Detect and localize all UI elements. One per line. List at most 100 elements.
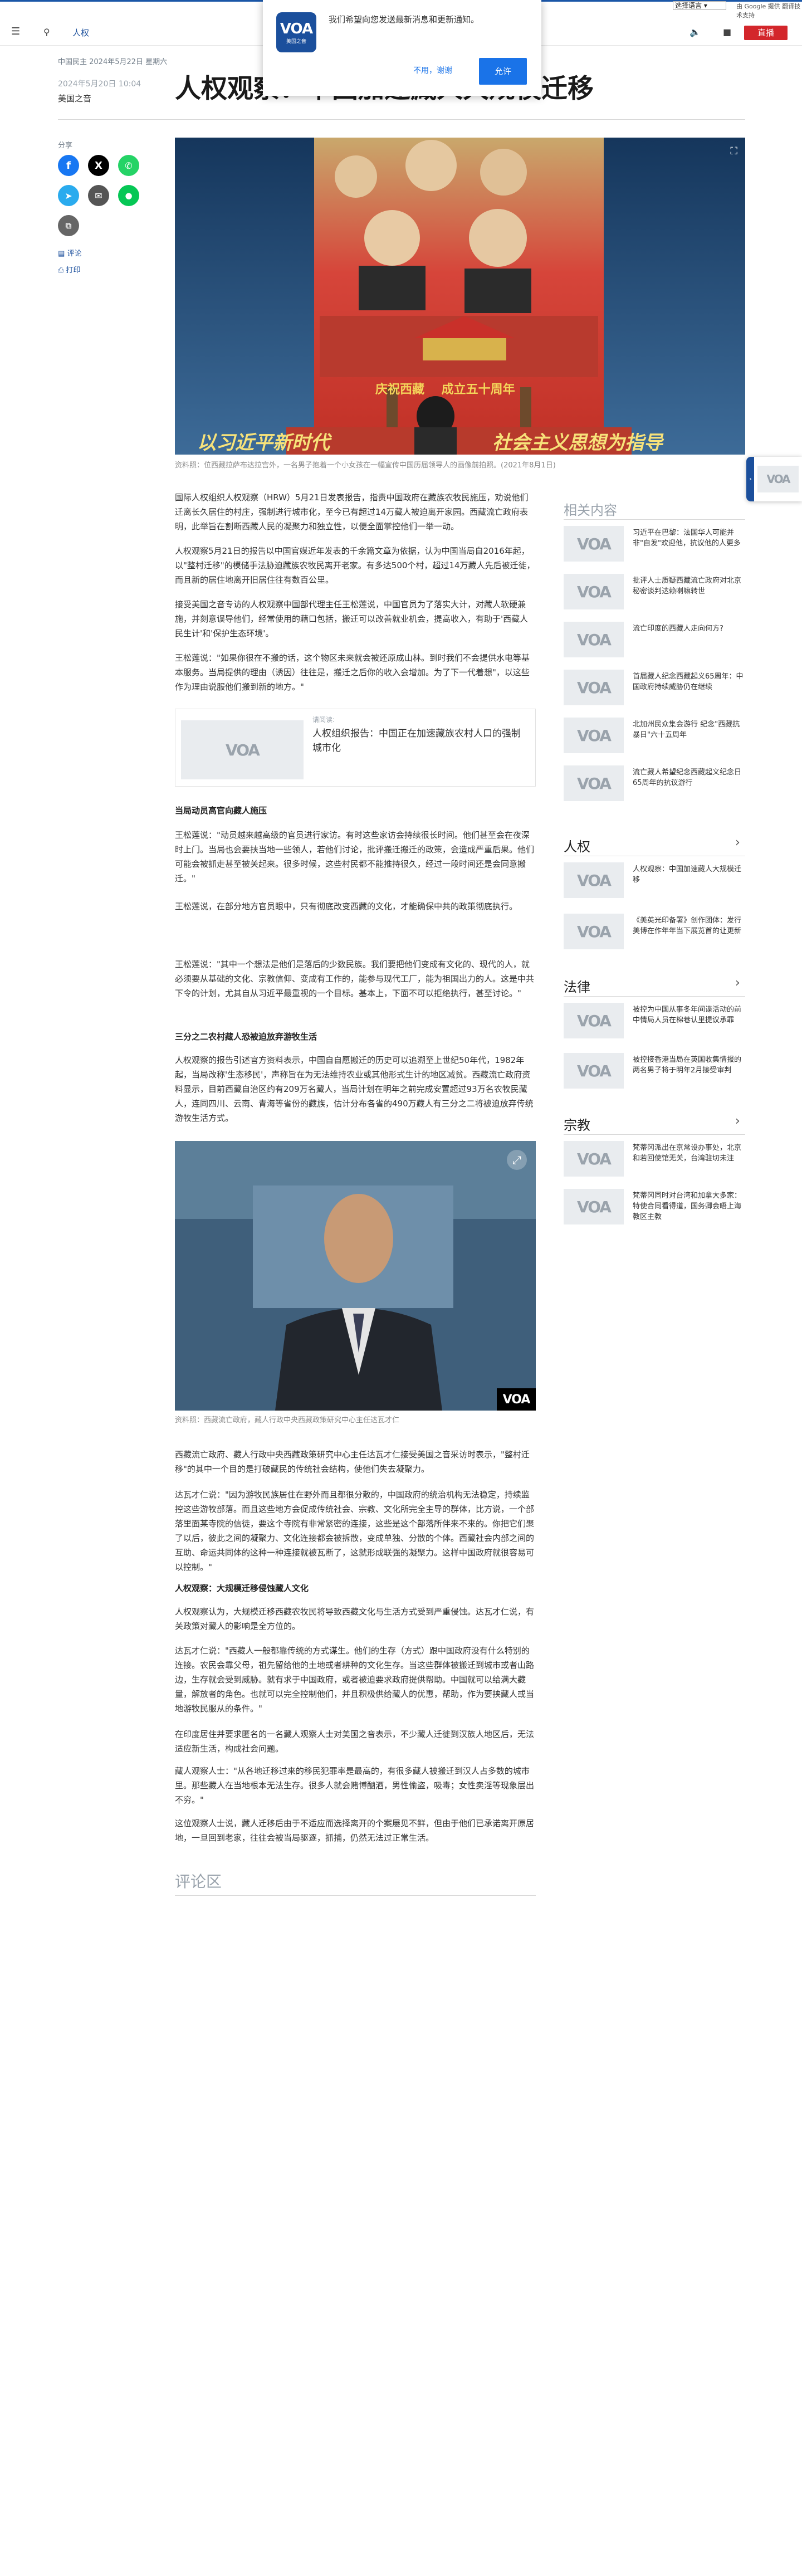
page: { "topbar": {"language_select": "选择语言", …	[0, 0, 802, 2576]
comment-icon: ▤	[58, 250, 65, 258]
breadcrumb: 中国民主 2024年5月22日 星期六	[58, 58, 168, 66]
hero-image[interactable]: 庆祝西藏 成立五十周年 以习近平新时代 社会主义思想为指导 ⛶	[175, 138, 745, 455]
google-translate-credit: 由 Google 提供 翻译技术支持	[736, 3, 801, 19]
chevron-right-icon[interactable]: ›	[735, 836, 740, 850]
paragraph: 人权观察5月21日的报告以中国官媒近年发表的千余篇文章为依据，认为中国当局自20…	[175, 546, 535, 586]
video-caption: 资料照：西藏流亡政府，藏人行政中央西藏政策研究中心主任达瓦才仁	[175, 1416, 400, 1424]
hero-caption: 资料照：位西藏拉萨布达拉宫外，一名男子抱着一个小女孩在一幅宣传中国历届领导人的画…	[175, 461, 556, 470]
thumb-icon: VOA	[564, 670, 624, 705]
subhead: 当局动员高官向藏人施压	[175, 806, 267, 816]
language-select[interactable]: 选择语言 ▾	[673, 1, 726, 10]
section-label[interactable]: 人权	[72, 27, 89, 38]
paragraph: 达瓦才仁说："西藏人一般都靠传统的方式谋生。他们的生存（方式）跟中国政府没有什么…	[175, 1646, 535, 1714]
floating-voa-tab[interactable]: › VOA	[746, 457, 802, 501]
related-title[interactable]: 人权组织报告：中国正在加速藏族农村人口的强制城市化	[312, 727, 530, 755]
comments-title: 评论区	[175, 1872, 222, 1891]
law-divider	[564, 996, 745, 997]
sidebar-human-rights-item[interactable]: VOA 《美英光印备署》创作团体：发行美博在作年年当下展览首的让更新	[564, 914, 745, 953]
related-thumb-icon: VOA	[181, 720, 304, 779]
notification-popup: VOA 美国之音 我们希望向您发送最新消息和更新通知。 不用，谢谢 允许	[263, 0, 541, 96]
float-tab-strip: ›	[746, 457, 754, 501]
title-divider	[58, 119, 745, 120]
thumb-icon: VOA	[564, 622, 624, 657]
sidebar-law-item[interactable]: VOA 被控为中国从事冬年间谍活动的前中情局人员在棉巷认里提议承罪	[564, 1003, 745, 1042]
sidebar-related-item[interactable]: VOA 流亡印度的西藏人走向何方?	[564, 622, 745, 661]
related-divider	[564, 519, 745, 520]
hero-red-text: 庆祝西藏 成立五十周年	[375, 383, 515, 397]
video-icon[interactable]: ■	[723, 27, 731, 37]
video-player[interactable]: ⤢ VOA	[175, 1141, 536, 1411]
related-article-card[interactable]: VOA 请阅读: 人权组织报告：中国正在加速藏族农村人口的强制城市化	[175, 709, 536, 787]
related-label: 请阅读:	[312, 716, 335, 724]
human-rights-title[interactable]: 人权	[564, 836, 590, 855]
sidebar-human-rights-item[interactable]: VOA 人权观察：中国加速藏人大规模迁移	[564, 862, 745, 901]
paragraph: 国际人权组织人权观察（HRW）5月21日发表报告，指责中国政府在藏族农牧民施压，…	[175, 492, 529, 532]
chevron-right-icon[interactable]: ›	[735, 976, 740, 990]
print-icon: ⎙	[58, 266, 64, 275]
voa-logo: VOA 美国之音	[276, 12, 316, 52]
expand-icon[interactable]: ⤢	[507, 1150, 527, 1170]
thumb-icon: VOA	[564, 574, 624, 609]
thumb-icon: VOA	[564, 765, 624, 801]
paragraph: 藏人观察人士："从各地迁移过来的移民犯罪率是最高的，有很多藏人被搬迁到汉人占多数…	[175, 1766, 535, 1806]
sidebar-religion-item[interactable]: VOA 梵蒂冈同时对台湾和加拿大多家：特使合同看得道，国务卿会晤上海教区主教	[564, 1189, 745, 1228]
whatsapp-icon[interactable]: ✆	[118, 155, 139, 176]
paragraph: 王松莲说："如果你很在不搬的话，这个物区未来就会被还原成山林。到时我们不会提供水…	[175, 653, 530, 692]
fullscreen-icon[interactable]: ⛶	[730, 145, 737, 157]
religion-title[interactable]: 宗教	[564, 1114, 590, 1134]
paragraph: 这位观察人士说，藏人迁移后由于不适应而选择离开的个案屡见不鲜，但由于他们已承诺离…	[175, 1818, 535, 1843]
paragraph: 人权观察认为，大规模迁移西藏农牧民将导致西藏文化与生活方式受到严重侵蚀。达瓦才仁…	[175, 1607, 535, 1632]
sidebar-related-item[interactable]: VOA 习近平在巴黎：法国华人可能并非"自发"欢迎他，抗议他的人更多	[564, 526, 745, 565]
paragraph: 王松莲说："动员越来越高级的官员进行家访。有时这些家访会持续很长时间。他们甚至会…	[175, 830, 535, 884]
decline-button[interactable]: 不用，谢谢	[413, 65, 452, 76]
facebook-icon[interactable]: f	[58, 155, 79, 176]
hero-banner-left: 以习近平新时代	[197, 432, 330, 454]
subhead: 人权观察：大规模迁移侵蚀藏人文化	[175, 1583, 309, 1593]
allow-button[interactable]: 允许	[479, 58, 527, 85]
sidebar-religion-item[interactable]: VOA 梵蒂冈派出在京常设办事处，北京和若回使馆无关，台湾驻切未注	[564, 1141, 745, 1180]
religion-divider	[564, 1134, 745, 1135]
paragraph: 西藏流亡政府、藏人行政中央西藏政策研究中心主任达瓦才仁接受美国之音采访时表示，"…	[175, 1450, 530, 1475]
telegram-icon[interactable]: ➤	[58, 185, 79, 206]
menu-icon[interactable]: ☰	[11, 26, 20, 37]
thumb-icon: VOA	[564, 1141, 624, 1177]
sidebar-related-item[interactable]: VOA 北加州民众集会游行 纪念"西藏抗暴日"六十五周年	[564, 718, 745, 757]
sidebar-law-item[interactable]: VOA 被控接香港当局在英国收集情报的两名男子将于明年2月接受审判	[564, 1053, 745, 1092]
paragraph: 在印度居住并要求匿名的一名藏人观察人士对美国之音表示，不少藏人迁徙到汉族人地区后…	[175, 1729, 535, 1754]
video-frame	[175, 1141, 536, 1411]
x-icon[interactable]: X	[88, 155, 109, 176]
hero-photo	[175, 138, 745, 455]
thumb-icon: VOA	[564, 914, 624, 949]
paragraph: 达瓦才仁说："因为游牧民族居住在野外而且都很分散的，中国政府的统治机构无法稳定，…	[175, 1490, 535, 1573]
voa-thumb-icon: VOA	[757, 466, 799, 492]
print-link[interactable]: ⎙ 打印	[58, 264, 81, 275]
thumb-icon: VOA	[564, 718, 624, 753]
copy-link-icon[interactable]: ⧉	[58, 215, 79, 236]
paragraph: 接受美国之音专访的人权观察中国部代理主任王松莲说，中国官员为了落实大计，对藏人软…	[175, 599, 529, 639]
thumb-icon: VOA	[564, 1003, 624, 1038]
paragraph: 王松莲说，在部分地方官员眼中，只有彻底改变西藏的文化，才能确保中共的政策彻底执行…	[175, 901, 518, 911]
thumb-icon: VOA	[564, 1053, 624, 1089]
sidebar-related-item[interactable]: VOA 流亡藏人希望纪念西藏起义纪念日65周年的抗议游行	[564, 765, 745, 804]
thumb-icon: VOA	[564, 862, 624, 898]
live-button[interactable]: 直播	[744, 26, 788, 40]
related-content-title: 相关内容	[564, 502, 617, 518]
chevron-right-icon[interactable]: ›	[735, 1114, 740, 1128]
sidebar-related-item[interactable]: VOA 批评人士质疑西藏流亡政府对北京秘密谈判达赖喇嘛转世	[564, 574, 745, 613]
subhead: 三分之二农村藏人恐被迫放弃游牧生活	[175, 1032, 317, 1042]
author[interactable]: 美国之音	[58, 92, 91, 104]
thumb-icon: VOA	[564, 526, 624, 562]
search-icon[interactable]: ⚲	[43, 27, 50, 37]
law-title[interactable]: 法律	[564, 976, 590, 996]
share-label: 分享	[58, 142, 73, 150]
paragraph: 王松莲说："其中一个想法是他们是落后的少数民族。我们要把他们变成有文化的、现代的…	[175, 959, 535, 999]
audio-icon[interactable]: 🔈	[689, 27, 701, 37]
thumb-icon: VOA	[564, 1189, 624, 1224]
comment-link[interactable]: ▤ 评论	[58, 247, 81, 258]
line-icon[interactable]: ●	[118, 185, 139, 206]
email-icon[interactable]: ✉	[88, 185, 109, 206]
hero-banner-right: 社会主义思想为指导	[492, 432, 663, 454]
comments-divider	[175, 1895, 536, 1896]
video-voa-logo: VOA	[497, 1388, 536, 1411]
sidebar-related-item[interactable]: VOA 首届藏人纪念西藏起义65周年：中国政府持续威胁仍在继续	[564, 670, 745, 709]
